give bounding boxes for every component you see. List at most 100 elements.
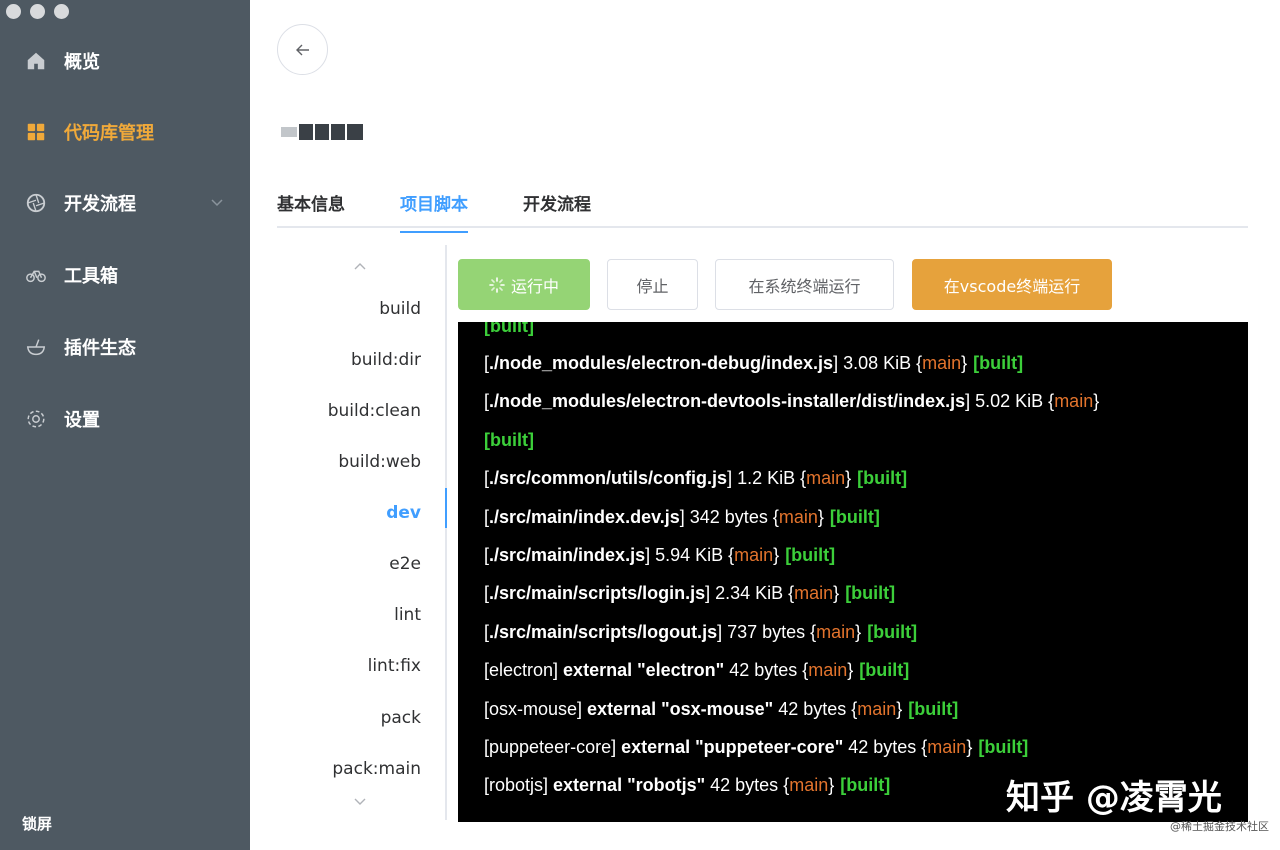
terminal-post: 42 bytes {: [724, 660, 808, 680]
terminal-post: ] 3.08 KiB {: [833, 353, 922, 373]
chevron-down-icon[interactable]: [210, 195, 224, 209]
script-item-pack-main[interactable]: pack:main: [332, 759, 421, 779]
bicycle-icon: [24, 263, 48, 287]
terminal-chunk: main: [1054, 391, 1093, 411]
terminal-built: [built]: [859, 660, 909, 680]
tab-project-scripts[interactable]: 项目脚本: [400, 190, 468, 233]
lock-screen-button[interactable]: 锁屏: [22, 813, 52, 834]
running-button[interactable]: 运行中: [458, 259, 590, 310]
tab-dev-flow[interactable]: 开发流程: [523, 190, 591, 231]
terminal-path: ./src/main/scripts/login.js: [489, 583, 705, 603]
terminal-line: [./src/main/index.js] 5.94 KiB {main}[bu…: [484, 545, 835, 566]
run-in-vscode-terminal-button[interactable]: 在vscode终端运行: [912, 259, 1112, 310]
terminal-path: external "robotjs": [553, 775, 705, 795]
sidebar-item-label: 开发流程: [64, 190, 136, 216]
sidebar-item-label: 工具箱: [64, 262, 118, 288]
terminal-close: }: [773, 545, 779, 565]
minimize-window-button[interactable]: [30, 4, 45, 19]
script-item-build[interactable]: build: [379, 299, 421, 319]
terminal-line: [electron] external "electron" 42 bytes …: [484, 660, 909, 681]
back-button[interactable]: [277, 24, 328, 75]
terminal-line: [built]: [484, 322, 534, 337]
terminal-chunk: main: [927, 737, 966, 757]
close-window-button[interactable]: [6, 4, 21, 19]
terminal-chunk: main: [816, 622, 855, 642]
terminal-line: [./src/common/utils/config.js] 1.2 KiB {…: [484, 468, 907, 489]
terminal-post: 42 bytes {: [773, 699, 857, 719]
sidebar-item-plugins[interactable]: 插件生态: [0, 322, 250, 372]
sidebar-item-label: 概览: [64, 48, 100, 74]
terminal-line: [built]: [484, 430, 534, 451]
terminal-chunk: main: [794, 583, 833, 603]
terminal-close: }: [845, 468, 851, 488]
terminal-chunk: main: [922, 353, 961, 373]
tab-basic-info[interactable]: 基本信息: [277, 190, 345, 231]
watermark-small: @稀土掘金技术社区: [1170, 818, 1269, 834]
terminal-built: [built]: [830, 507, 880, 527]
chevron-up-icon[interactable]: [353, 261, 367, 271]
sidebar-item-overview[interactable]: 概览: [0, 36, 250, 86]
script-item-pack[interactable]: pack: [381, 708, 421, 728]
terminal-line: [./src/main/scripts/login.js] 2.34 KiB {…: [484, 583, 895, 604]
terminal-path: ./src/main/scripts/logout.js: [489, 622, 717, 642]
terminal-pre: [robotjs]: [484, 775, 553, 795]
terminal-built: [built]: [845, 583, 895, 603]
sidebar-item-repo-management[interactable]: 代码库管理: [0, 107, 250, 157]
script-item-build-web[interactable]: build:web: [338, 452, 421, 472]
terminal-built: [built]: [978, 737, 1028, 757]
script-item-build-dir[interactable]: build:dir: [351, 350, 421, 370]
terminal-post: ] 1.2 KiB {: [727, 468, 806, 488]
sidebar: 概览 代码库管理 开发流程 工具箱 插件生态 设置 锁屏: [0, 0, 250, 850]
terminal-built: [built]: [867, 622, 917, 642]
tab-bar: 基本信息 项目脚本 开发流程: [277, 180, 1248, 228]
terminal-pre: [osx-mouse]: [484, 699, 587, 719]
terminal-path: ./src/main/index.dev.js: [489, 507, 680, 527]
loading-icon: [489, 277, 505, 293]
terminal-path: ./src/common/utils/config.js: [489, 468, 727, 488]
terminal-post: ] 737 bytes {: [717, 622, 816, 642]
home-icon: [24, 49, 48, 73]
terminal-chunk: main: [789, 775, 828, 795]
script-list: build build:dir build:clean build:web de…: [277, 245, 447, 820]
terminal-path: ./node_modules/electron-debug/index.js: [489, 353, 833, 373]
sidebar-item-dev-flow[interactable]: 开发流程: [0, 178, 250, 228]
chevron-down-icon[interactable]: [353, 796, 367, 806]
terminal-close: }: [961, 353, 967, 373]
terminal-line: [robotjs] external "robotjs" 42 bytes {m…: [484, 775, 890, 796]
terminal-close: }: [818, 507, 824, 527]
run-in-system-terminal-button[interactable]: 在系统终端运行: [715, 259, 894, 310]
sidebar-item-label: 代码库管理: [64, 119, 154, 145]
terminal-pre: [puppeteer-core]: [484, 737, 621, 757]
terminal-line: [osx-mouse] external "osx-mouse" 42 byte…: [484, 699, 958, 720]
terminal-close: }: [847, 660, 853, 680]
script-item-e2e[interactable]: e2e: [389, 554, 421, 574]
terminal-built: [built]: [484, 430, 534, 450]
sidebar-item-toolbox[interactable]: 工具箱: [0, 250, 250, 300]
stop-button[interactable]: 停止: [607, 259, 698, 310]
script-item-build-clean[interactable]: build:clean: [328, 401, 421, 421]
terminal-built: [built]: [908, 699, 958, 719]
script-item-lint[interactable]: lint: [394, 605, 421, 625]
terminal-built: [built]: [785, 545, 835, 565]
terminal-built: [built]: [973, 353, 1023, 373]
terminal-post: ] 2.34 KiB {: [705, 583, 794, 603]
terminal-line: [./node_modules/electron-devtools-instal…: [484, 391, 1105, 412]
sidebar-item-settings[interactable]: 设置: [0, 394, 250, 444]
terminal-close: }: [966, 737, 972, 757]
terminal-built: [built]: [840, 775, 890, 795]
script-item-dev[interactable]: dev: [386, 503, 421, 523]
terminal-chunk: main: [734, 545, 773, 565]
maximize-window-button[interactable]: [54, 4, 69, 19]
sidebar-item-label: 设置: [64, 406, 100, 432]
terminal-close: }: [833, 583, 839, 603]
terminal-built: [built]: [484, 322, 534, 336]
terminal-post: ] 342 bytes {: [680, 507, 779, 527]
terminal-close: }: [855, 622, 861, 642]
terminal-chunk: main: [779, 507, 818, 527]
terminal-close: }: [896, 699, 902, 719]
script-item-lint-fix[interactable]: lint:fix: [368, 656, 421, 676]
terminal-output[interactable]: [built] [./node_modules/electron-debug/i…: [458, 322, 1248, 822]
terminal-path: external "puppeteer-core": [621, 737, 843, 757]
terminal-path: external "osx-mouse": [587, 699, 773, 719]
aperture-icon: [24, 191, 48, 215]
